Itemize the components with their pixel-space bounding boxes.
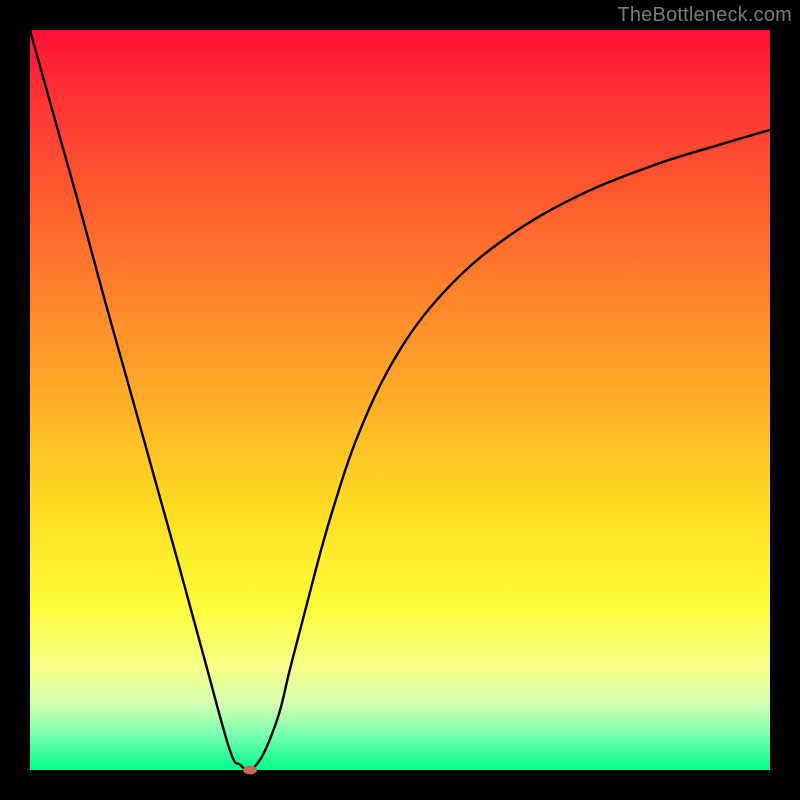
bottleneck-curve-path (30, 30, 770, 770)
plot-area (30, 30, 770, 770)
curve-svg (30, 30, 770, 770)
optimum-marker (243, 766, 257, 775)
chart-frame: TheBottleneck.com (0, 0, 800, 800)
watermark-text: TheBottleneck.com (617, 4, 792, 27)
